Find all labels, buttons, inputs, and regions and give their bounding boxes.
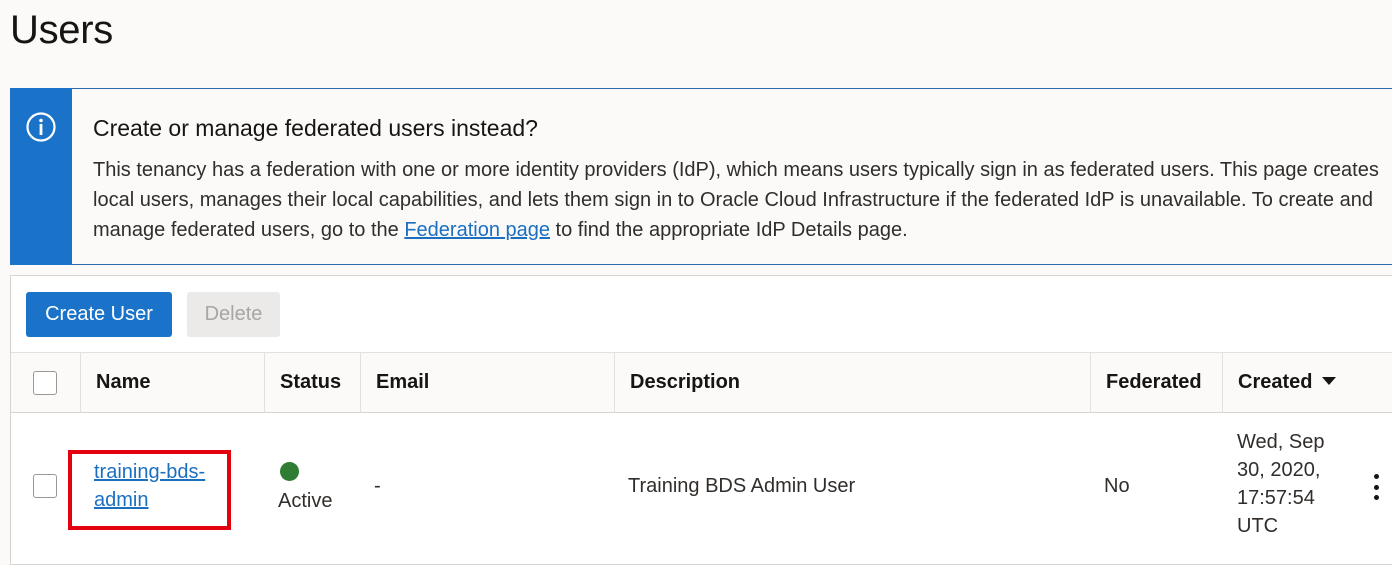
created-line2: 30, 2020, xyxy=(1237,459,1321,481)
create-user-button[interactable]: Create User xyxy=(26,292,172,337)
federated-cell: No xyxy=(1104,475,1130,497)
column-header-created[interactable]: Created xyxy=(1238,352,1337,413)
row-actions-menu-icon[interactable] xyxy=(1370,474,1382,500)
column-header-status[interactable]: Status xyxy=(280,352,341,413)
federation-page-link[interactable]: Federation page xyxy=(404,219,550,241)
delete-button[interactable]: Delete xyxy=(187,292,280,337)
banner-body: This tenancy has a federation with one o… xyxy=(93,155,1388,245)
banner-heading: Create or manage federated users instead… xyxy=(93,115,538,141)
created-line3: 17:57:54 xyxy=(1237,487,1315,509)
banner-text-end: to find the appropriate IdP Details page… xyxy=(550,219,908,241)
created-line4: UTC xyxy=(1237,515,1279,537)
highlight-box xyxy=(68,450,231,530)
info-icon xyxy=(26,112,56,142)
column-header-name[interactable]: Name xyxy=(96,352,150,413)
status-text: Active xyxy=(278,490,333,512)
column-divider xyxy=(1090,352,1091,413)
row-checkbox[interactable] xyxy=(33,474,57,498)
select-all-checkbox[interactable] xyxy=(33,371,57,395)
column-divider xyxy=(1222,352,1223,413)
column-divider xyxy=(614,352,615,413)
sort-descending-icon xyxy=(1322,376,1337,385)
description-cell: Training BDS Admin User xyxy=(628,475,856,497)
column-header-description[interactable]: Description xyxy=(630,352,740,413)
email-cell: - xyxy=(374,475,381,497)
column-divider xyxy=(80,352,81,413)
created-header-label: Created xyxy=(1238,371,1313,393)
status-active-icon xyxy=(280,462,299,481)
column-divider xyxy=(360,352,361,413)
created-line1: Wed, Sep xyxy=(1237,431,1325,453)
created-cell: Wed, Sep 30, 2020, 17:57:54 UTC xyxy=(1237,428,1324,540)
column-header-email[interactable]: Email xyxy=(376,352,429,413)
column-header-federated[interactable]: Federated xyxy=(1106,352,1202,413)
column-divider xyxy=(264,352,265,413)
page-title: Users xyxy=(10,8,113,52)
